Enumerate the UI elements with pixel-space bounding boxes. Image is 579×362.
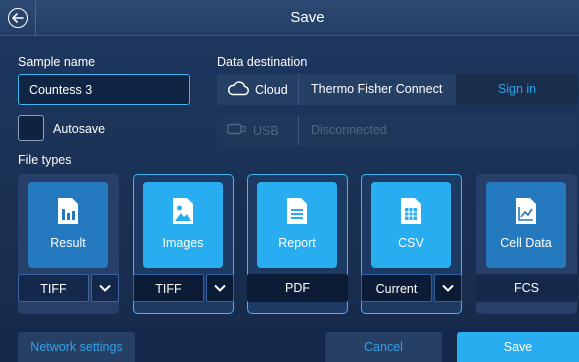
chevron-down-icon[interactable] [206,274,234,302]
sample-name-label: Sample name [18,55,96,69]
images-tile-button[interactable]: Images [143,182,223,268]
usb-option: USB [217,115,299,146]
report-format-value: PDF [247,274,348,302]
spreadsheet-icon [401,198,421,224]
cloud-icon [227,80,249,99]
file-types-label: File types [18,153,72,167]
chevron-down-icon[interactable] [91,274,119,302]
sign-in-button[interactable]: Sign in [456,74,578,105]
autosave-label: Autosave [53,122,106,136]
csv-format-value[interactable]: Current [361,274,432,302]
save-button[interactable]: Save [457,332,579,362]
cell-data-tile-button[interactable]: Cell Data [486,182,566,268]
images-label: Images [162,236,204,250]
cancel-button[interactable]: Cancel [325,332,442,362]
back-arrow-icon [7,8,28,28]
file-type-cell-data[interactable]: Cell Data FCS [476,174,577,314]
bar-chart-icon [58,198,78,224]
csv-tile-button[interactable]: CSV [371,182,451,268]
result-format-value[interactable]: TIFF [18,274,89,302]
back-button[interactable] [0,0,36,36]
csv-format-select[interactable]: Current [361,274,462,302]
cloud-destination-row[interactable]: Cloud Thermo Fisher Connect Sign in [217,74,578,105]
data-destination-label: Data destination [217,55,308,69]
report-label: Report [278,236,316,250]
images-format-select[interactable]: TIFF [133,274,234,302]
result-label: Result [50,236,86,250]
sample-name-input[interactable] [18,74,190,105]
usb-destination-row: USB Disconnected [217,115,578,146]
usb-status: Disconnected [311,123,387,137]
autosave-checkbox[interactable] [18,115,44,141]
file-type-images[interactable]: Images TIFF [133,174,234,314]
line-chart-icon [516,198,536,224]
cell-data-format: FCS [476,274,577,302]
image-icon [173,198,193,224]
page-title: Save [290,9,325,26]
chevron-down-icon[interactable] [434,274,462,302]
result-format-select[interactable]: TIFF [18,274,119,302]
report-tile-button[interactable]: Report [257,182,337,268]
cell-data-label: Cell Data [500,236,552,250]
cloud-label: Cloud [255,82,288,97]
document-icon [287,198,307,224]
cloud-service-name: Thermo Fisher Connect [311,82,443,96]
file-type-result[interactable]: Result TIFF [18,174,119,314]
network-settings-button[interactable]: Network settings [18,332,135,362]
csv-label: CSV [398,236,424,250]
usb-icon [227,123,247,138]
usb-label: USB [253,123,279,138]
result-tile-button[interactable]: Result [28,182,108,268]
images-format-value[interactable]: TIFF [133,274,204,302]
cell-data-format-value: FCS [476,274,577,302]
file-type-report[interactable]: Report PDF [247,174,348,314]
report-format: PDF [247,274,348,302]
cloud-option[interactable]: Cloud [217,74,299,105]
file-type-csv[interactable]: CSV Current [361,174,462,314]
